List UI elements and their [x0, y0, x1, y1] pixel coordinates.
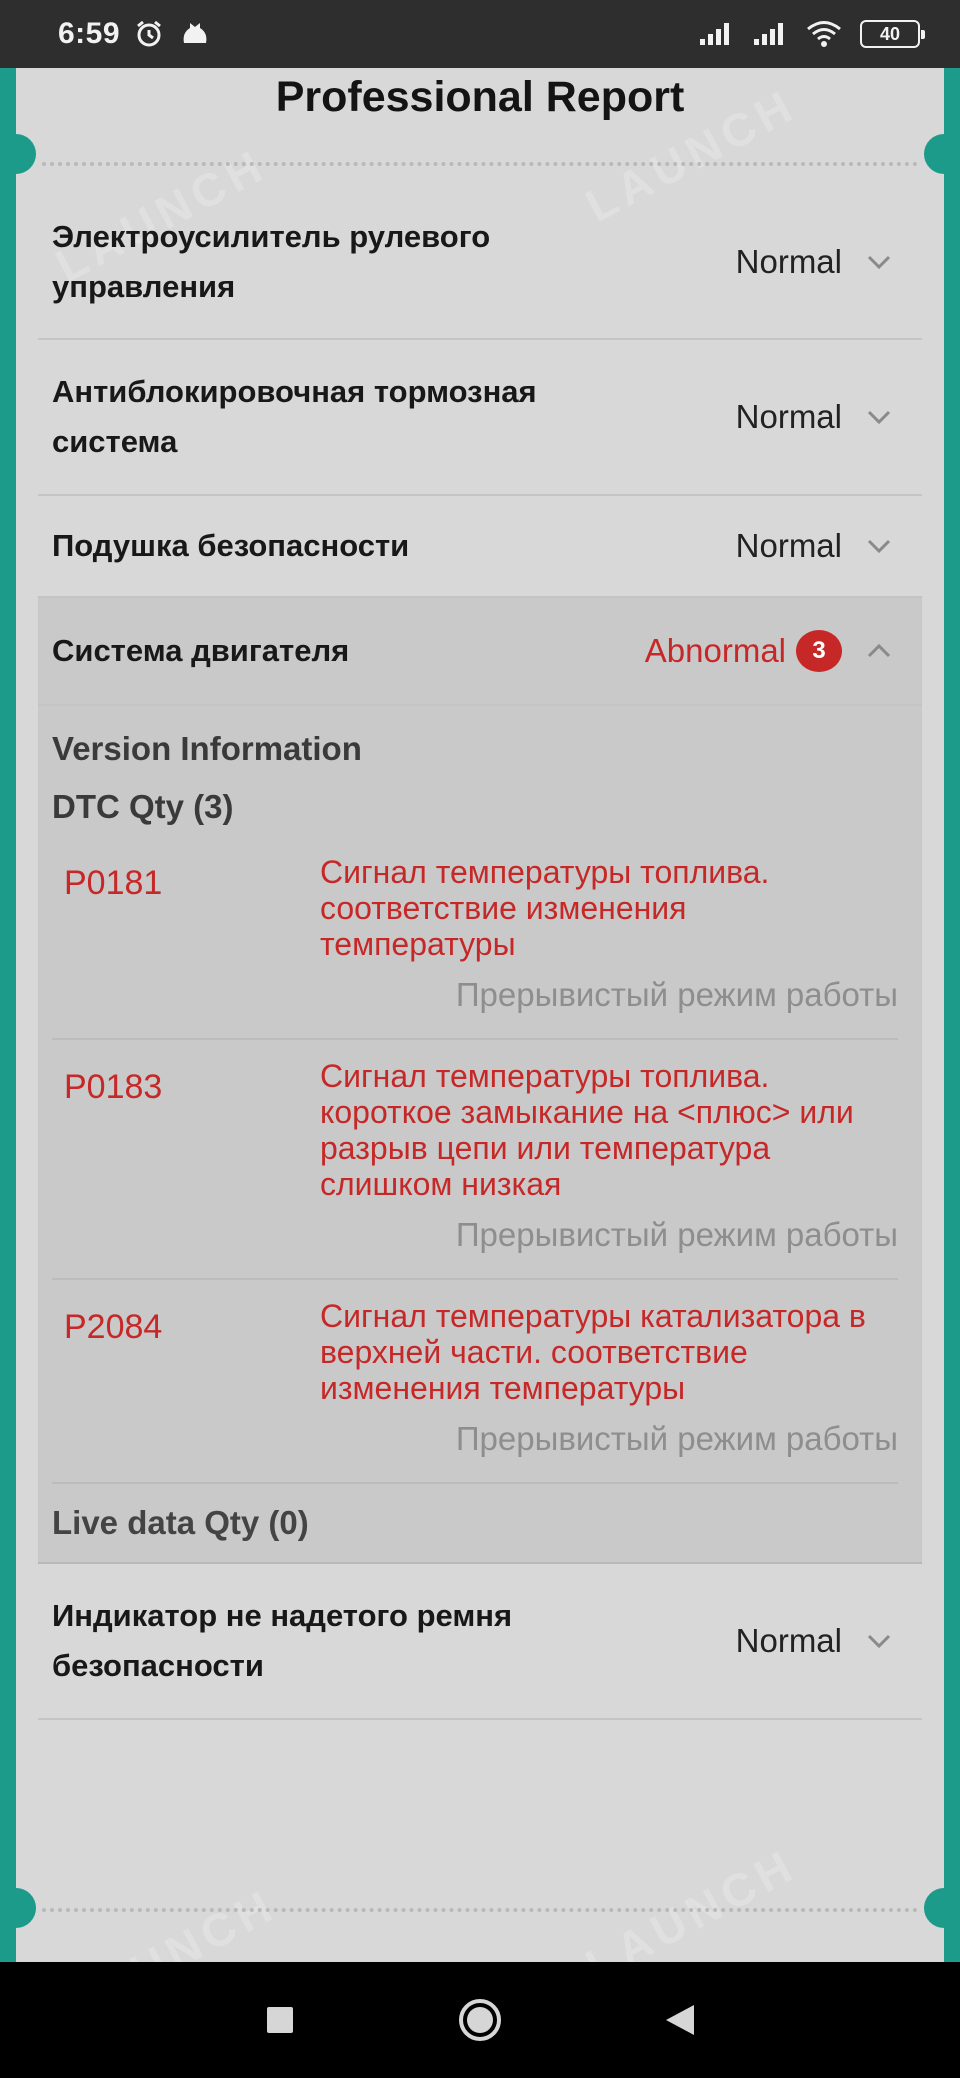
dtc-description: Сигнал температуры топлива. соответствие…: [320, 854, 770, 962]
recents-icon[interactable]: [265, 2005, 295, 2035]
dtc-item: P2084 Сигнал температуры катализатора в …: [52, 1280, 898, 1484]
system-list: Электроусилитель рулевого управления Nor…: [38, 186, 922, 1720]
system-nav-bar: [0, 1962, 960, 2078]
dtc-qty-heading: DTC Qty (3): [52, 788, 234, 825]
status-value: Normal: [735, 1622, 842, 1659]
report-card: LAUNCH LAUNCH LAUNCH LAUNCH Professional…: [16, 68, 944, 1962]
dtc-count-badge: 3: [796, 630, 842, 672]
dtc-state: Прерывистый режим работы: [455, 1216, 898, 1253]
system-name: Подушка безопасности: [52, 528, 410, 563]
divider: [42, 1908, 918, 1912]
dtc-code: P2084: [64, 1308, 163, 1346]
chevron-down-icon[interactable]: [866, 249, 892, 275]
engine-detail-panel: Version Information DTC Qty (3) P0181 Си…: [38, 706, 922, 1564]
dtc-description: Сигнал температуры топлива. короткое зам…: [320, 1058, 854, 1202]
chevron-up-icon[interactable]: [866, 638, 892, 664]
battery-icon: 40: [860, 20, 925, 48]
system-row[interactable]: Электроусилитель рулевого управления Nor…: [38, 186, 922, 340]
home-icon[interactable]: [457, 1997, 503, 2043]
chevron-down-icon[interactable]: [866, 533, 892, 559]
notification-icon: [183, 23, 207, 43]
system-row[interactable]: Подушка безопасности Normal: [38, 496, 922, 598]
dtc-code: P0183: [64, 1068, 163, 1106]
system-name: Электроусилитель рулевого управления: [52, 219, 491, 304]
chevron-down-icon[interactable]: [866, 1628, 892, 1654]
dtc-item: P0181 Сигнал температуры топлива. соотве…: [52, 836, 898, 1040]
watermark: LAUNCH: [57, 1878, 285, 1962]
back-icon[interactable]: [664, 2003, 696, 2037]
status-value: Normal: [735, 398, 842, 435]
status-value: Normal: [735, 527, 842, 564]
dtc-description: Сигнал температуры катализатора в верхне…: [320, 1298, 866, 1406]
ticket-notch: [924, 1888, 960, 1928]
system-name: Антиблокировочная тормозная система: [52, 374, 537, 459]
dtc-code: P0181: [64, 864, 163, 902]
wifi-icon: [807, 21, 841, 47]
system-row[interactable]: Индикатор не надетого ремня безопасности…: [38, 1564, 922, 1720]
dtc-state: Прерывистый режим работы: [455, 976, 898, 1013]
ticket-notch: [924, 134, 960, 174]
status-value: Abnormal: [644, 632, 786, 669]
signal-icon: [754, 23, 783, 45]
status-bar: 6:59 40: [0, 0, 960, 68]
dtc-state: Прерывистый режим работы: [455, 1420, 898, 1457]
system-row[interactable]: Антиблокировочная тормозная система Norm…: [38, 340, 922, 496]
status-value: Normal: [735, 243, 842, 280]
live-data-qty-heading: Live data Qty (0): [52, 1504, 309, 1541]
system-name: Индикатор не надетого ремня безопасности: [52, 1598, 513, 1683]
dtc-item: P0183 Сигнал температуры топлива. коротк…: [52, 1040, 898, 1280]
system-name: Система двигателя: [52, 633, 350, 668]
status-time: 6:59: [58, 17, 121, 50]
watermark: LAUNCH: [577, 1838, 805, 1962]
chevron-down-icon[interactable]: [866, 404, 892, 430]
page-title: Professional Report: [275, 73, 685, 121]
system-row-expanded[interactable]: Система двигателя Abnormal 3: [38, 598, 922, 706]
alarm-icon: [137, 20, 161, 47]
divider: [42, 162, 918, 166]
signal-icon: [700, 23, 729, 45]
version-info-heading: Version Information: [52, 730, 362, 767]
